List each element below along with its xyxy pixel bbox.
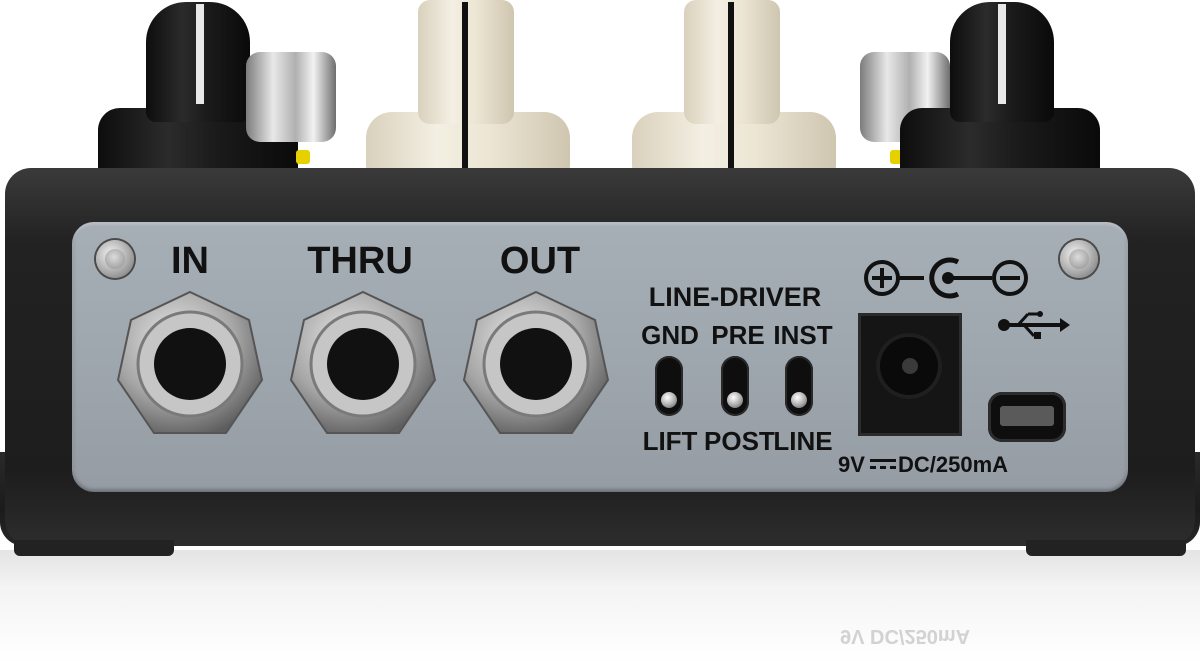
switch-line-label: LINE <box>773 426 833 456</box>
toggle-pre-post[interactable] <box>721 356 749 416</box>
power-rating-voltage: 9V <box>838 452 865 477</box>
footswitch-left[interactable] <box>246 52 336 142</box>
line-driver-title: LINE-DRIVER <box>648 282 822 312</box>
knob-left-indicator <box>196 4 204 104</box>
dc-current-icon <box>870 459 896 469</box>
power-rating-current: DC/250mA <box>898 452 1009 477</box>
toggle-inst-line[interactable] <box>785 356 813 416</box>
toggle-gnd-lift[interactable] <box>655 356 683 416</box>
usb-port-inner <box>1000 406 1054 426</box>
knob-center-left-indicator <box>462 2 468 168</box>
dc-power-jack-pin <box>902 358 918 374</box>
footswitch-left-led <box>296 150 310 164</box>
jack-label-in: IN <box>171 240 209 282</box>
switch-lift-label: LIFT <box>642 426 698 456</box>
floor-reflection <box>0 550 1200 662</box>
panel-screw-left <box>96 240 134 278</box>
switch-post-label: POST <box>704 426 775 456</box>
panel-screw-right <box>1060 240 1098 278</box>
switch-pre-label: PRE <box>711 320 765 350</box>
center-negative-polarity-icon <box>864 257 1028 299</box>
jack-label-out: OUT <box>499 240 581 282</box>
switch-gnd-label: GND <box>641 320 699 350</box>
switch-inst-label: INST <box>773 320 833 350</box>
foot-right <box>1026 540 1186 556</box>
jack-thru[interactable] <box>289 290 437 438</box>
knob-right-indicator <box>998 4 1006 104</box>
reflection-text: 9V DC/250mA <box>840 625 971 647</box>
knob-center-right-indicator <box>728 2 734 168</box>
jack-in[interactable] <box>116 290 264 438</box>
jack-out[interactable] <box>462 290 610 438</box>
jack-label-thru: THRU <box>307 240 413 282</box>
usb-icon <box>998 311 1070 339</box>
foot-left <box>14 540 174 556</box>
